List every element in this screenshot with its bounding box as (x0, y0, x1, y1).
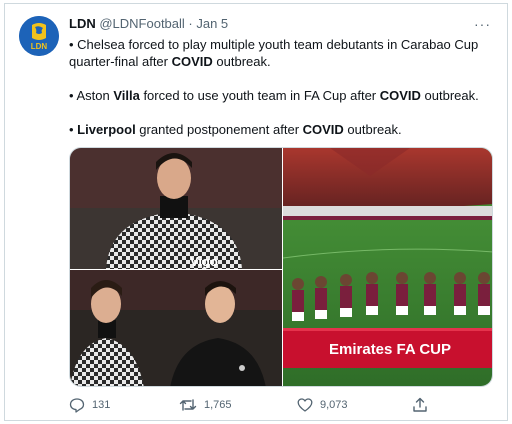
sponsor-text: Vigo (190, 254, 218, 269)
separator: · (184, 16, 197, 31)
reply-count: 131 (92, 399, 111, 411)
reply-icon (69, 398, 85, 413)
action-bar: 131 1,765 9,073 (69, 397, 493, 415)
like-count: 9,073 (320, 399, 348, 411)
media-grid[interactable]: Vigo Emirates FA CUP (69, 147, 493, 387)
tweet-header: LDN @LDNFootball · Jan 5 (69, 16, 228, 32)
photo-chelsea-players-2[interactable] (70, 270, 282, 387)
display-name[interactable]: LDN (69, 16, 96, 31)
tweet-text: • Chelsea forced to play multiple youth … (69, 36, 499, 138)
share-button[interactable] (412, 397, 428, 413)
more-options-icon[interactable]: ··· (474, 16, 491, 32)
avatar[interactable]: LDN (19, 16, 59, 56)
heart-icon (297, 398, 313, 412)
retweet-count: 1,765 (204, 399, 232, 411)
retweet-button[interactable]: 1,765 (179, 397, 232, 413)
timestamp[interactable]: Jan 5 (196, 16, 228, 31)
photo-villa-team-lineup[interactable]: Emirates FA CUP (282, 148, 493, 387)
like-button[interactable]: 9,073 (297, 397, 348, 413)
tweet-line-liverpool: • Liverpool granted postponement after C… (69, 122, 402, 137)
tweet-line-chelsea: • Chelsea forced to play multiple youth … (69, 37, 479, 69)
banner-text: Emirates FA CUP (329, 341, 451, 358)
handle[interactable]: @LDNFootball (99, 16, 184, 31)
tweet-line-villa: • Aston Villa forced to use youth team i… (69, 88, 479, 103)
reply-button[interactable]: 131 (69, 397, 110, 413)
photo-chelsea-player-1[interactable]: Vigo (70, 148, 282, 269)
ldn-logo: LDN (19, 16, 59, 56)
retweet-icon (179, 399, 197, 411)
svg-text:LDN: LDN (31, 42, 48, 51)
media-illustration: Vigo Emirates FA CUP (70, 148, 493, 387)
share-icon (413, 397, 427, 412)
tweet-card[interactable]: LDN LDN @LDNFootball · Jan 5 ··· • Chels… (4, 3, 508, 421)
